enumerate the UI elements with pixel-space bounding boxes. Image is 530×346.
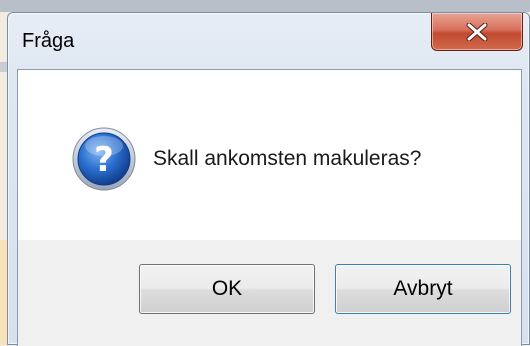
svg-text:?: ?: [94, 140, 114, 180]
dialog-title: Fråga: [22, 30, 75, 52]
message-dialog: Fråga ? Skall ankomsten makuleras? OK Av…: [7, 12, 530, 346]
background-window-edge: [0, 0, 530, 12]
button-bar: OK Avbryt: [18, 240, 521, 346]
cancel-button[interactable]: Avbryt: [335, 264, 511, 314]
question-icon: ?: [71, 126, 137, 192]
close-icon: [466, 22, 488, 41]
dialog-titlebar[interactable]: Fråga: [8, 13, 529, 69]
dialog-message: Skall ankomsten makuleras?: [153, 147, 422, 170]
ok-button[interactable]: OK: [139, 264, 315, 314]
close-button[interactable]: [431, 13, 523, 51]
message-area: ? Skall ankomsten makuleras?: [18, 70, 521, 240]
dialog-body: ? Skall ankomsten makuleras? OK Avbryt: [17, 69, 522, 346]
